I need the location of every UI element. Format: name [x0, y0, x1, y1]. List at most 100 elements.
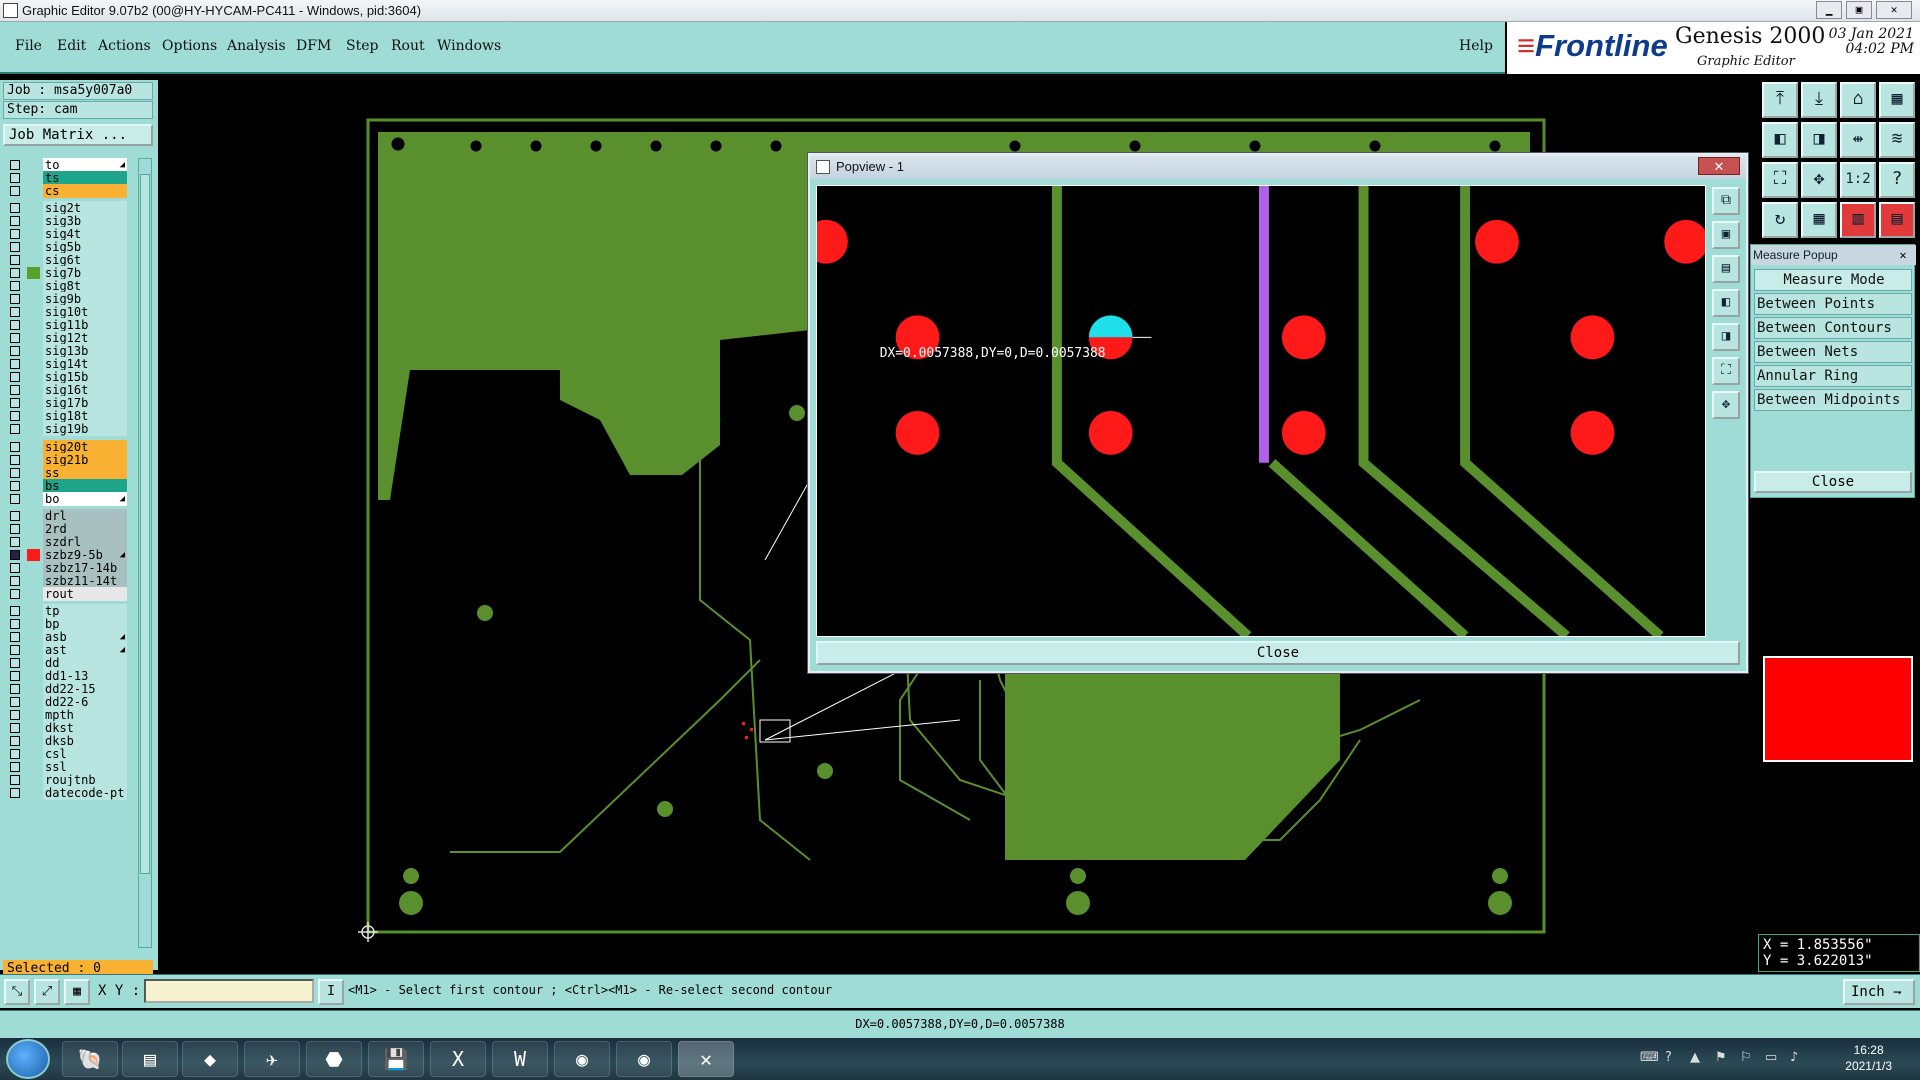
layer-checkbox[interactable]	[10, 684, 20, 694]
layer-row-sig16t[interactable]: sig16t	[3, 383, 127, 397]
measure-close-button[interactable]: Close	[1754, 471, 1912, 493]
menu-edit[interactable]: Edit	[57, 38, 86, 54]
measure-between-points[interactable]: Between Points	[1754, 293, 1912, 315]
layer-name[interactable]: sig19b	[43, 422, 127, 436]
layer-name[interactable]: ast ◢	[43, 643, 127, 657]
pv-zoom-fit-icon[interactable]: ⧉	[1712, 187, 1740, 215]
layer-row-sig21b[interactable]: sig21b	[3, 453, 127, 467]
layer-checkbox[interactable]	[10, 494, 20, 504]
layer-name[interactable]: sig3b	[43, 214, 127, 228]
layer-name[interactable]: sig20t	[43, 440, 127, 454]
layer-checkbox[interactable]	[10, 576, 20, 586]
help-icon[interactable]: ?	[1879, 162, 1915, 198]
layer-checkbox[interactable]	[10, 619, 20, 629]
layer-checkbox[interactable]	[10, 411, 20, 421]
layer-name[interactable]: rout	[43, 587, 127, 601]
taskbar-genesis-icon[interactable]: ◉	[554, 1041, 610, 1077]
layer-row-sig12t[interactable]: sig12t	[3, 331, 127, 345]
layer-name[interactable]: ssl	[43, 760, 127, 774]
layer-name[interactable]: sig4t	[43, 227, 127, 241]
layer-row-dd1-13[interactable]: dd1-13	[3, 669, 127, 683]
layer-row-drl[interactable]: drl	[3, 509, 127, 523]
layer-checkbox[interactable]	[10, 632, 20, 642]
fit-screen-icon[interactable]: ⛶	[1762, 162, 1798, 198]
menu-step[interactable]: Step	[346, 38, 378, 54]
layer-checkbox[interactable]	[10, 442, 20, 452]
layer-checkbox[interactable]	[10, 455, 20, 465]
layer-row-asb[interactable]: asb ◢	[3, 630, 127, 644]
zoom-down-icon[interactable]: ⤓	[1801, 82, 1837, 118]
layer-row-ssl[interactable]: ssl	[3, 760, 127, 774]
layer-checkbox[interactable]	[10, 385, 20, 395]
tray-keyboard-icon[interactable]: ⌨	[1640, 1050, 1659, 1065]
layer-row-szdrl[interactable]: szdrl	[3, 535, 127, 549]
layer-name[interactable]: dksb	[43, 734, 127, 748]
taskbar-genesis2-icon[interactable]: ◉	[616, 1041, 672, 1077]
grid-icon[interactable]: ▦	[1801, 202, 1837, 238]
layer-row-szbz9-5b[interactable]: szbz9-5b ◢	[3, 548, 127, 562]
layer-row-bp[interactable]: bp	[3, 617, 127, 631]
layer-row-dksb[interactable]: dksb	[3, 734, 127, 748]
menu-dfm[interactable]: DFM	[296, 38, 331, 54]
layer-checkbox[interactable]	[10, 186, 20, 196]
layer-name[interactable]: 2rd	[43, 522, 127, 536]
scale-1-2-icon[interactable]: 1:2	[1840, 162, 1876, 198]
taskbar-shell-icon[interactable]: 🐚	[62, 1041, 118, 1077]
measure-between-nets[interactable]: Between Nets	[1754, 341, 1912, 363]
layer-name[interactable]: csl	[43, 747, 127, 761]
pv-center-icon[interactable]: ✥	[1712, 391, 1740, 419]
snap-icon[interactable]: ≋	[1879, 122, 1915, 158]
layer-name[interactable]: sig2t	[43, 201, 127, 215]
layer-checkbox[interactable]	[10, 294, 20, 304]
layer-row-ss[interactable]: ss	[3, 466, 127, 480]
pan-right-icon[interactable]: ◨	[1801, 122, 1837, 158]
layer-row-dd22-6[interactable]: dd22-6	[3, 695, 127, 709]
menu-analysis[interactable]: Analysis	[227, 38, 286, 54]
layer-checkbox[interactable]	[10, 645, 20, 655]
layer-row-sig19b[interactable]: sig19b	[3, 422, 127, 436]
layer-name[interactable]: dd22-6	[43, 695, 127, 709]
layer-checkbox[interactable]	[10, 268, 20, 278]
layer-row-sig6t[interactable]: sig6t	[3, 253, 127, 267]
layer-checkbox[interactable]	[10, 333, 20, 343]
popview-canvas[interactable]: DX=0.0057388,DY=0,D=0.0057388	[816, 185, 1706, 637]
layer-name[interactable]: asb ◢	[43, 630, 127, 644]
layer-checkbox[interactable]	[10, 307, 20, 317]
layer-checkbox[interactable]	[10, 216, 20, 226]
layer-checkbox[interactable]	[10, 775, 20, 785]
layer-row-dkst[interactable]: dkst	[3, 721, 127, 735]
menu-rout[interactable]: Rout	[391, 38, 425, 54]
layer-name[interactable]: sig14t	[43, 357, 127, 371]
layer-row-sig15b[interactable]: sig15b	[3, 370, 127, 384]
layer-name[interactable]: to ◢	[43, 158, 127, 172]
layer-name[interactable]: dd1-13	[43, 669, 127, 683]
layer-checkbox[interactable]	[10, 723, 20, 733]
tray-arrow-icon[interactable]: ▲	[1690, 1050, 1700, 1065]
pv-pan-right-icon[interactable]: ◨	[1712, 323, 1740, 351]
highlight-layers-icon[interactable]: ▥	[1840, 202, 1876, 238]
job-matrix-button[interactable]: Job Matrix ...	[3, 124, 153, 146]
layer-checkbox[interactable]	[10, 762, 20, 772]
layer-row-bo[interactable]: bo ◢	[3, 492, 127, 506]
layer-name[interactable]: mpth	[43, 708, 127, 722]
menu-actions[interactable]: Actions	[98, 38, 151, 54]
layer-row-mpth[interactable]: mpth	[3, 708, 127, 722]
layer-name[interactable]: dd	[43, 656, 127, 670]
layer-name[interactable]: sig6t	[43, 253, 127, 267]
layer-row-sig11b[interactable]: sig11b	[3, 318, 127, 332]
layer-row-sig7b[interactable]: sig7b	[3, 266, 127, 280]
tray-help-icon[interactable]: ?	[1665, 1050, 1672, 1065]
layer-name[interactable]: szdrl	[43, 535, 127, 549]
layer-checkbox[interactable]	[10, 710, 20, 720]
layer-row-sig14t[interactable]: sig14t	[3, 357, 127, 371]
layer-checkbox[interactable]	[10, 173, 20, 183]
layer-row-sig9b[interactable]: sig9b	[3, 292, 127, 306]
layer-row-szbz17-14b[interactable]: szbz17-14b	[3, 561, 127, 575]
taskbar-word-icon[interactable]: W	[492, 1041, 548, 1077]
layer-row-to[interactable]: to ◢	[3, 158, 127, 172]
layer-name[interactable]: sig21b	[43, 453, 127, 467]
select-mode-icon[interactable]: ⤡	[4, 979, 30, 1005]
layer-checkbox[interactable]	[10, 589, 20, 599]
layer-checkbox[interactable]	[10, 359, 20, 369]
taskbar-pdf-icon[interactable]: ⬣	[306, 1041, 362, 1077]
